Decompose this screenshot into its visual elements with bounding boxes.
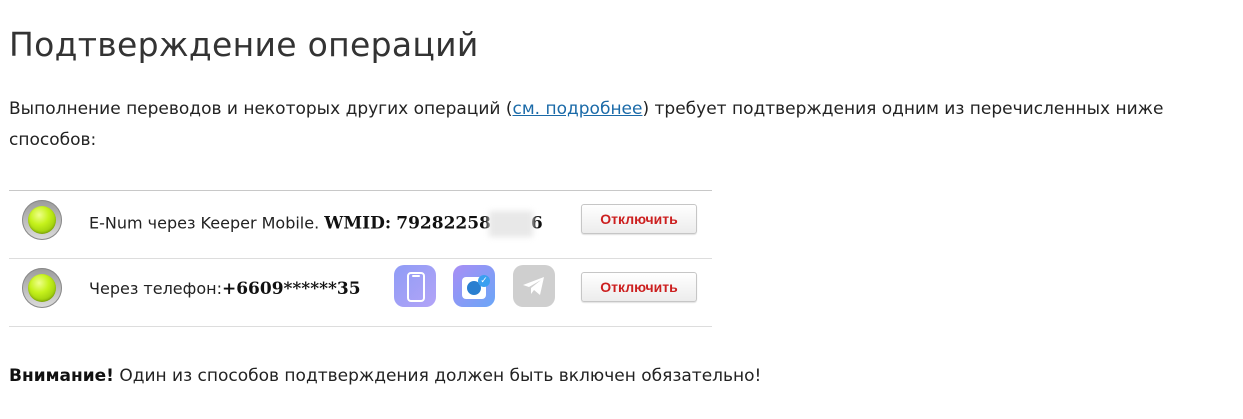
intro-before-link: Выполнение переводов и некоторых других … xyxy=(9,99,513,119)
disable-phone-button[interactable]: Отключить xyxy=(581,272,697,302)
status-led-icon xyxy=(22,268,62,308)
method-label: Через телефон: xyxy=(89,279,222,298)
intro-text: Выполнение переводов и некоторых других … xyxy=(9,94,1234,156)
disable-enum-button[interactable]: Отключить xyxy=(581,204,697,234)
warning-bold: Внимание! xyxy=(9,366,114,386)
page-title: Подтверждение операций xyxy=(9,25,479,64)
warning-text: Внимание! Один из способов подтверждения… xyxy=(9,366,761,386)
method-description: E-Num через Keeper Mobile. WMID: 7928225… xyxy=(89,211,543,237)
status-led-icon xyxy=(22,200,62,240)
confirmation-methods-list: E-Num через Keeper Mobile. WMID: 7928225… xyxy=(9,190,712,327)
wmid-value-start: 79282258 xyxy=(396,213,491,234)
keeper-app-icon[interactable]: ✓ xyxy=(453,265,495,307)
details-link[interactable]: см. подробнее xyxy=(513,99,643,119)
method-row-phone: Через телефон:+6609******35 ✓ Отключить xyxy=(9,259,712,327)
redacted-mask xyxy=(488,211,533,237)
method-row-enum: E-Num через Keeper Mobile. WMID: 7928225… xyxy=(9,191,712,259)
wmid-label: WMID: xyxy=(324,213,392,234)
method-label: E-Num через Keeper Mobile. xyxy=(89,213,320,233)
warning-message: Один из способов подтверждения должен бы… xyxy=(113,366,762,386)
phone-number: +6609******35 xyxy=(221,279,361,299)
phone-app-icon[interactable] xyxy=(394,265,436,307)
telegram-icon[interactable] xyxy=(513,265,555,307)
method-description: Через телефон:+6609******35 xyxy=(89,279,361,299)
